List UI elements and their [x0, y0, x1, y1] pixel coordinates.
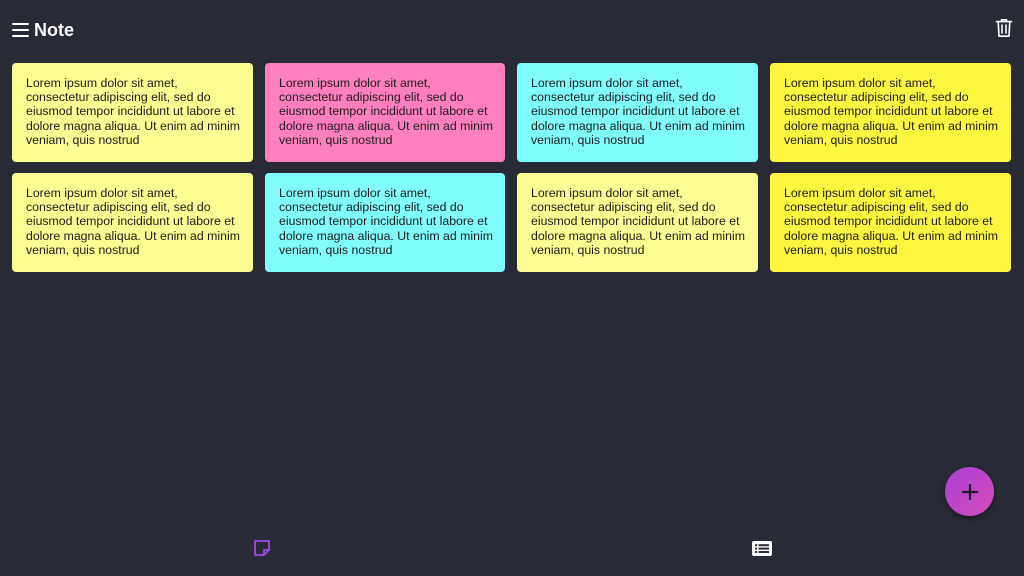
- notes-app: Note Lorem ipsum dolor sit amet, consect…: [0, 0, 1024, 576]
- note-card[interactable]: Lorem ipsum dolor sit amet, consectetur …: [12, 63, 253, 162]
- note-card[interactable]: Lorem ipsum dolor sit amet, consectetur …: [517, 173, 758, 272]
- top-app-bar: Note: [0, 0, 1024, 58]
- note-card[interactable]: Lorem ipsum dolor sit amet, consectetur …: [12, 173, 253, 272]
- sticky-note-icon: [254, 540, 270, 556]
- note-text: Lorem ipsum dolor sit amet, consectetur …: [784, 186, 998, 257]
- page-title: Note: [34, 20, 74, 40]
- note-card[interactable]: Lorem ipsum dolor sit amet, consectetur …: [517, 63, 758, 162]
- note-card[interactable]: Lorem ipsum dolor sit amet, consectetur …: [770, 63, 1011, 162]
- note-text: Lorem ipsum dolor sit amet, consectetur …: [531, 76, 745, 147]
- notes-grid: Lorem ipsum dolor sit amet, consectetur …: [12, 63, 1012, 272]
- note-card[interactable]: Lorem ipsum dolor sit amet, consectetur …: [770, 173, 1011, 272]
- note-text: Lorem ipsum dolor sit amet, consectetur …: [531, 186, 745, 257]
- nav-list[interactable]: [751, 538, 773, 558]
- nav-notes[interactable]: [251, 538, 273, 558]
- note-text: Lorem ipsum dolor sit amet, consectetur …: [26, 186, 240, 257]
- note-text: Lorem ipsum dolor sit amet, consectetur …: [279, 186, 493, 257]
- plus-icon: [961, 483, 978, 500]
- bottom-navigation: [0, 528, 1024, 576]
- hamburger-menu-icon[interactable]: [12, 23, 29, 37]
- note-card[interactable]: Lorem ipsum dolor sit amet, consectetur …: [265, 63, 505, 162]
- add-note-button[interactable]: [945, 467, 994, 516]
- trash-icon[interactable]: [994, 18, 1014, 38]
- list-icon: [752, 540, 772, 556]
- note-text: Lorem ipsum dolor sit amet, consectetur …: [26, 76, 240, 147]
- note-text: Lorem ipsum dolor sit amet, consectetur …: [784, 76, 998, 147]
- note-card[interactable]: Lorem ipsum dolor sit amet, consectetur …: [265, 173, 505, 272]
- note-text: Lorem ipsum dolor sit amet, consectetur …: [279, 76, 493, 147]
